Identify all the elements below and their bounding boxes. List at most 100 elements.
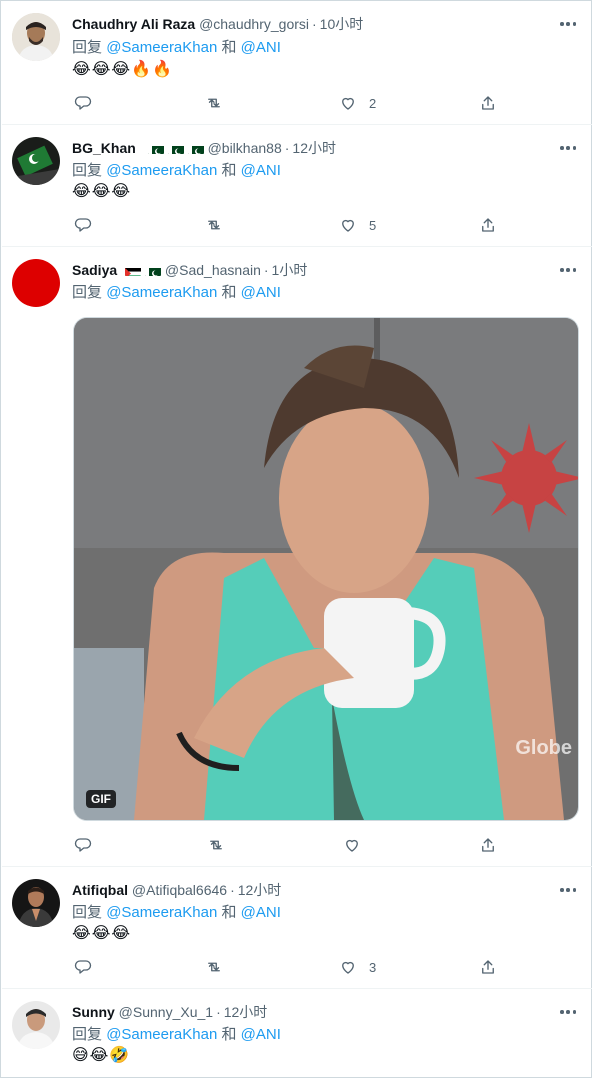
- share-icon: [479, 958, 497, 976]
- tweet-text: 😂😂😂: [72, 183, 132, 200]
- tweet-text: 😂😂😂: [72, 925, 132, 942]
- timestamp[interactable]: 12小时: [224, 1004, 268, 1020]
- share-icon: [479, 216, 497, 234]
- display-name[interactable]: Sadiya: [72, 262, 117, 278]
- mention-link[interactable]: @SameeraKhan: [106, 284, 217, 301]
- more-options-icon[interactable]: [560, 267, 576, 273]
- like-button[interactable]: 2: [339, 93, 376, 113]
- mention-link[interactable]: @ANI: [241, 39, 281, 56]
- mention-link[interactable]: @ANI: [241, 162, 281, 179]
- heart-icon: [339, 216, 357, 234]
- retweet-button[interactable]: [205, 215, 223, 235]
- timestamp[interactable]: 1小时: [272, 262, 308, 278]
- user-handle[interactable]: @Atifiqbal6646: [132, 882, 227, 898]
- replying-to: 回复 @SameeraKhan 和 @ANI: [72, 38, 281, 57]
- user-handle[interactable]: @Sad_hasnain: [165, 262, 261, 278]
- mention-link[interactable]: @SameeraKhan: [106, 904, 217, 921]
- reply-prefix: 回复: [72, 284, 103, 301]
- user-handle[interactable]: @Sunny_Xu_1: [119, 1004, 213, 1020]
- like-count: 5: [369, 217, 377, 233]
- share-icon: [479, 94, 497, 112]
- retweet-icon: [205, 94, 223, 112]
- replying-to: 回复 @SameeraKhan 和 @ANI: [72, 161, 281, 180]
- avatar[interactable]: [12, 879, 60, 927]
- reply-button[interactable]: [74, 835, 92, 855]
- separator-dot: ·: [263, 262, 269, 278]
- retweet-button[interactable]: [207, 835, 225, 855]
- replying-to: 回复 @SameeraKhan 和 @ANI: [72, 283, 281, 302]
- mention-link[interactable]: @ANI: [241, 1026, 281, 1043]
- reply-prefix: 回复: [72, 1026, 103, 1043]
- share-button[interactable]: [479, 957, 497, 977]
- reply-tweet[interactable]: BG_Khan @bilkhan88 · 12小时 回复 @SameeraKhan …: [2, 125, 592, 247]
- retweet-button[interactable]: [205, 93, 223, 113]
- like-button[interactable]: 5: [339, 215, 376, 235]
- display-name[interactable]: Sunny: [72, 1004, 115, 1020]
- gif-image: [74, 318, 578, 820]
- timestamp[interactable]: 12小时: [238, 882, 282, 898]
- reply-tweet[interactable]: Sunny @Sunny_Xu_1 · 12小时 回复 @SameeraKhan 和…: [2, 989, 592, 1077]
- reply-button[interactable]: [74, 215, 92, 235]
- mention-link[interactable]: @ANI: [241, 904, 281, 921]
- mention-link[interactable]: @ANI: [241, 284, 281, 301]
- share-button[interactable]: [479, 215, 497, 235]
- tweet-text: 😂😂😂🔥🔥: [72, 61, 173, 78]
- avatar[interactable]: [12, 137, 60, 185]
- tweet-header: Sunny @Sunny_Xu_1 · 12小时: [72, 1003, 552, 1021]
- separator-dot: ·: [312, 16, 317, 32]
- reply-tweet[interactable]: Chaudhry Ali Raza @chaudhry_gorsi · 10小时 回…: [2, 1, 592, 125]
- reply-prefix: 回复: [72, 162, 103, 179]
- action-bar: [72, 835, 502, 855]
- tweet-header: Sadiya @Sad_hasnain · 1小时: [72, 261, 552, 279]
- reply-tweet[interactable]: Sadiya @Sad_hasnain · 1小时 回复 @SameeraKhan …: [2, 247, 592, 867]
- retweet-icon: [205, 958, 223, 976]
- share-button[interactable]: [479, 93, 497, 113]
- watermark-text: Globe: [515, 737, 572, 759]
- pakistan-flag-icon: [167, 143, 184, 154]
- reply-icon: [74, 94, 92, 112]
- gif-badge: GIF: [86, 790, 116, 808]
- separator-dot: ·: [230, 882, 235, 898]
- pakistan-flag-icon: [187, 143, 204, 154]
- mention-link[interactable]: @SameeraKhan: [106, 39, 217, 56]
- tweet-text: 😅😂🤣: [72, 1047, 131, 1064]
- more-options-icon[interactable]: [560, 21, 576, 27]
- retweet-icon: [207, 836, 225, 854]
- avatar[interactable]: [12, 1001, 60, 1049]
- mention-link[interactable]: @SameeraKhan: [106, 1026, 217, 1043]
- mention-link[interactable]: @SameeraKhan: [106, 162, 217, 179]
- avatar[interactable]: [12, 13, 60, 61]
- tweet-header: BG_Khan @bilkhan88 · 12小时: [72, 139, 552, 157]
- avatar[interactable]: [12, 259, 60, 307]
- reply-prefix: 回复: [72, 904, 103, 921]
- reply-conjunction: 和: [221, 284, 237, 301]
- timestamp[interactable]: 12小时: [292, 140, 336, 156]
- reply-button[interactable]: [74, 957, 92, 977]
- tweet-header: Atifiqbal @Atifiqbal6646 · 12小时: [72, 881, 552, 899]
- reply-conjunction: 和: [221, 39, 237, 56]
- action-bar: 2: [72, 93, 502, 113]
- more-options-icon[interactable]: [560, 1009, 576, 1015]
- user-handle[interactable]: @chaudhry_gorsi: [199, 16, 309, 32]
- display-name[interactable]: Atifiqbal: [72, 882, 128, 898]
- reply-tweet[interactable]: Atifiqbal @Atifiqbal6646 · 12小时 回复 @Sameer…: [2, 867, 592, 989]
- reply-conjunction: 和: [221, 904, 237, 921]
- share-button[interactable]: [479, 835, 497, 855]
- share-icon: [479, 836, 497, 854]
- retweet-button[interactable]: [205, 957, 223, 977]
- more-options-icon[interactable]: [560, 145, 576, 151]
- tweet-header: Chaudhry Ali Raza @chaudhry_gorsi · 10小时: [72, 15, 552, 33]
- like-count: 3: [369, 959, 377, 975]
- display-name[interactable]: BG_Khan: [72, 140, 136, 156]
- like-button[interactable]: 3: [339, 957, 376, 977]
- like-button[interactable]: [343, 835, 361, 855]
- display-name[interactable]: Chaudhry Ali Raza: [72, 16, 195, 32]
- action-bar: 5: [72, 215, 502, 235]
- more-options-icon[interactable]: [560, 887, 576, 893]
- gif-media[interactable]: Globe GIF: [73, 317, 579, 821]
- user-handle[interactable]: @bilkhan88: [208, 140, 282, 156]
- heart-icon: [339, 94, 357, 112]
- timestamp[interactable]: 10小时: [320, 16, 364, 32]
- reply-button[interactable]: [74, 93, 92, 113]
- separator-dot: ·: [216, 1004, 221, 1020]
